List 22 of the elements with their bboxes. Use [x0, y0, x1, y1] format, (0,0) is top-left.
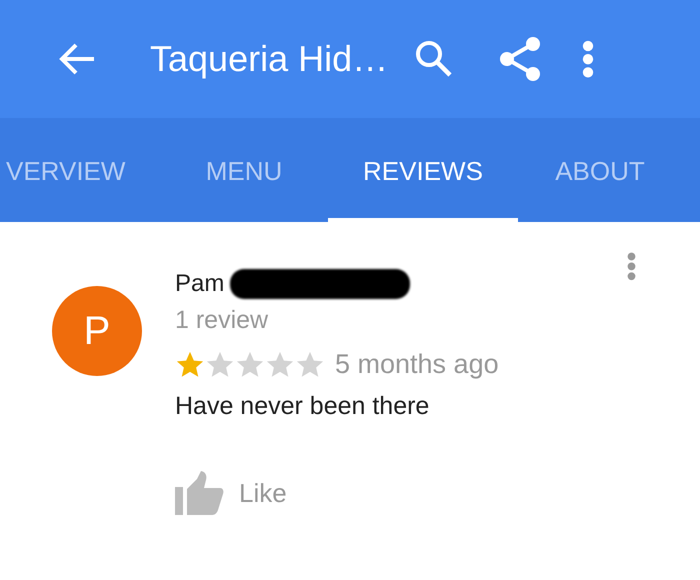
review-text: Have never been there [175, 392, 430, 421]
review-count: 1 review [175, 306, 270, 335]
star-icon [265, 350, 295, 380]
star-icon [295, 350, 325, 380]
tab[interactable]: MENU [160, 118, 328, 222]
star-icon [235, 350, 265, 380]
tab[interactable]: REVIEWS [328, 118, 518, 222]
back-icon[interactable] [58, 42, 96, 76]
avatar: P [52, 286, 142, 376]
author-name: Pam [175, 270, 224, 298]
like-button[interactable]: Like [175, 471, 499, 515]
tab[interactable]: VERVIEW [0, 118, 160, 222]
review-time: 5 months ago [335, 349, 499, 380]
tab[interactable]: ABOUT [518, 118, 682, 222]
star-icon [175, 350, 205, 380]
share-icon[interactable] [498, 36, 542, 82]
search-icon[interactable] [414, 39, 454, 79]
more-icon[interactable] [582, 40, 594, 78]
app-bar-title: Taqueria Hid… [150, 38, 388, 80]
star-icon [205, 350, 235, 380]
thumbs-up-icon [175, 471, 225, 515]
more-icon[interactable] [627, 252, 636, 281]
